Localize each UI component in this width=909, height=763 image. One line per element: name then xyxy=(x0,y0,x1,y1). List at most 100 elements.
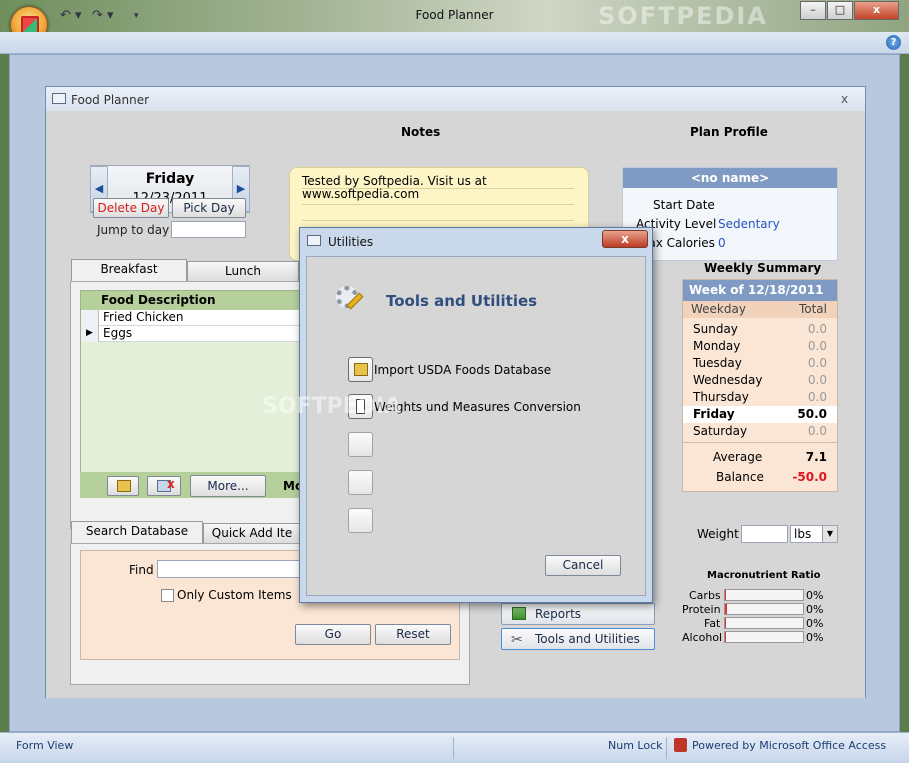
alcohol-label: Alcohol xyxy=(682,631,723,644)
dialog-icon xyxy=(307,235,321,246)
weight-unit-select[interactable]: lbs ▼ xyxy=(790,525,838,543)
find-label: Find xyxy=(129,563,154,577)
close-icon: x xyxy=(621,232,629,246)
jump-to-day-input[interactable] xyxy=(171,221,246,238)
pick-day-button[interactable]: Pick Day xyxy=(172,198,246,218)
weight-unit-value: lbs xyxy=(794,527,812,541)
week-row-friday: Friday 50.0 xyxy=(683,406,837,423)
import-usda-label: Import USDA Foods Database xyxy=(374,363,552,377)
weight-input[interactable] xyxy=(741,525,788,543)
empty-tool-button-3[interactable] xyxy=(348,508,373,533)
fat-pct: 0% xyxy=(806,617,824,630)
notes-heading: Notes xyxy=(401,125,441,139)
tools-utilities-button[interactable]: ✂ Tools and Utilities xyxy=(501,628,655,650)
utilities-dialog: Utilities x Tools and Utilities Import U… xyxy=(262,227,653,603)
row-selector-icon: ▶ xyxy=(81,326,99,342)
protein-bar xyxy=(724,603,804,615)
food-cell: Eggs xyxy=(103,326,133,340)
chevron-down-icon[interactable]: ▼ xyxy=(822,526,837,542)
add-food-button[interactable] xyxy=(107,476,139,496)
only-custom-checkbox[interactable] xyxy=(161,589,174,602)
reports-label: Reports xyxy=(535,607,582,621)
profile-name[interactable]: <no name> xyxy=(623,168,837,188)
week-row-thursday: Thursday 0.0 xyxy=(693,390,827,404)
week-row-tuesday: Tuesday 0.0 xyxy=(693,356,827,370)
protein-label: Protein xyxy=(682,603,721,616)
reports-button[interactable]: Reports xyxy=(501,603,655,625)
form-close-icon[interactable]: x xyxy=(841,92,848,106)
folder-icon xyxy=(117,480,131,492)
dialog-close-button[interactable]: x xyxy=(602,230,648,248)
view-status: Form View xyxy=(16,739,74,752)
weekday-column: Weekday xyxy=(691,302,746,316)
cancel-button[interactable]: Cancel xyxy=(545,555,621,576)
reports-icon xyxy=(512,607,526,620)
powered-by: Powered by Microsoft Office Access xyxy=(692,739,887,752)
ribbon-bar: ? xyxy=(0,32,909,54)
alcohol-bar xyxy=(724,631,804,643)
tab-search-database[interactable]: Search Database xyxy=(71,521,203,543)
week-row-saturday: Saturday 0.0 xyxy=(693,424,827,438)
close-button[interactable]: x xyxy=(854,1,899,20)
tools-utilities-label: Tools and Utilities xyxy=(535,632,640,646)
table-row[interactable]: Fried Chicken xyxy=(81,310,299,326)
balance-value: -50.0 xyxy=(792,470,827,484)
tools-icon: ✂ xyxy=(511,632,523,648)
form-title: Food Planner xyxy=(71,93,150,107)
redo-icon[interactable]: ↷ ▾ xyxy=(92,8,114,23)
average-label: Average xyxy=(713,450,763,464)
food-cell: Fried Chicken xyxy=(103,310,184,324)
customize-qat-icon[interactable]: ▾ xyxy=(134,11,139,21)
dialog-title: Utilities xyxy=(328,235,374,249)
notes-text-line1: Tested by Softpedia. Visit us at xyxy=(302,174,487,188)
week-of-label: Week of 12/18/2011 xyxy=(683,280,837,301)
empty-tool-button-1[interactable] xyxy=(348,432,373,457)
max-calories-value: 0 xyxy=(718,236,726,250)
help-icon[interactable]: ? xyxy=(886,35,901,50)
fat-bar xyxy=(724,617,804,629)
delete-day-button[interactable]: Delete Day xyxy=(93,198,169,218)
import-icon xyxy=(354,363,368,376)
notes-text-line2: www.softpedia.com xyxy=(302,187,420,201)
status-bar: Form View Num Lock Powered by Microsoft … xyxy=(0,732,909,763)
dialog-body: Tools and Utilities Import USDA Foods Da… xyxy=(262,256,646,596)
only-custom-label: Only Custom Items xyxy=(177,588,292,602)
week-row-monday: Monday 0.0 xyxy=(693,339,827,353)
carbs-label: Carbs xyxy=(689,589,721,602)
food-description-header: Food Description xyxy=(81,291,299,310)
minimize-button[interactable]: – xyxy=(800,1,826,20)
form-titlebar: Food Planner x xyxy=(46,87,865,111)
activity-level-value: Sedentary xyxy=(718,217,780,231)
tab-lunch[interactable]: Lunch xyxy=(187,261,299,281)
table-row[interactable]: ▶ Eggs xyxy=(81,326,299,342)
maximize-button[interactable]: □ xyxy=(827,1,853,20)
carbs-bar xyxy=(724,589,804,601)
carbs-pct: 0% xyxy=(806,589,824,602)
balance-label: Balance xyxy=(716,470,764,484)
total-column: Total xyxy=(798,302,827,316)
form-icon xyxy=(52,93,66,104)
watermark: SOFTPEDIA xyxy=(262,394,402,419)
access-logo-icon xyxy=(674,738,687,752)
reset-button[interactable]: Reset xyxy=(375,624,451,645)
alcohol-pct: 0% xyxy=(806,631,824,644)
go-button[interactable]: Go xyxy=(295,624,371,645)
tab-quick-add[interactable]: Quick Add Ite xyxy=(203,523,301,543)
week-row-sunday: Sunday 0.0 xyxy=(693,322,827,336)
weekly-summary-heading: Weekly Summary xyxy=(704,261,822,275)
weekly-column-header: Weekday Total xyxy=(683,301,837,318)
empty-tool-button-2[interactable] xyxy=(348,470,373,495)
delete-food-button[interactable]: x xyxy=(147,476,181,496)
more-button[interactable]: More... xyxy=(190,475,266,497)
fat-label: Fat xyxy=(704,617,721,630)
app-titlebar: SOFTPEDIA Food Planner ↶ ▾ ↷ ▾ ▾ – □ x xyxy=(0,0,909,32)
jump-to-day-label: Jump to day xyxy=(97,223,170,237)
average-value: 7.1 xyxy=(805,450,827,464)
import-usda-button[interactable] xyxy=(348,357,373,382)
gear-wrench-icon xyxy=(334,284,366,316)
day-name: Friday xyxy=(145,171,195,187)
weekly-summary-box: Week of 12/18/2011 Weekday Total Sunday 0… xyxy=(682,279,838,492)
weights-measures-label: Weights und Measures Conversion xyxy=(374,400,581,414)
tab-breakfast[interactable]: Breakfast xyxy=(71,259,187,281)
undo-icon[interactable]: ↶ ▾ xyxy=(60,8,82,23)
